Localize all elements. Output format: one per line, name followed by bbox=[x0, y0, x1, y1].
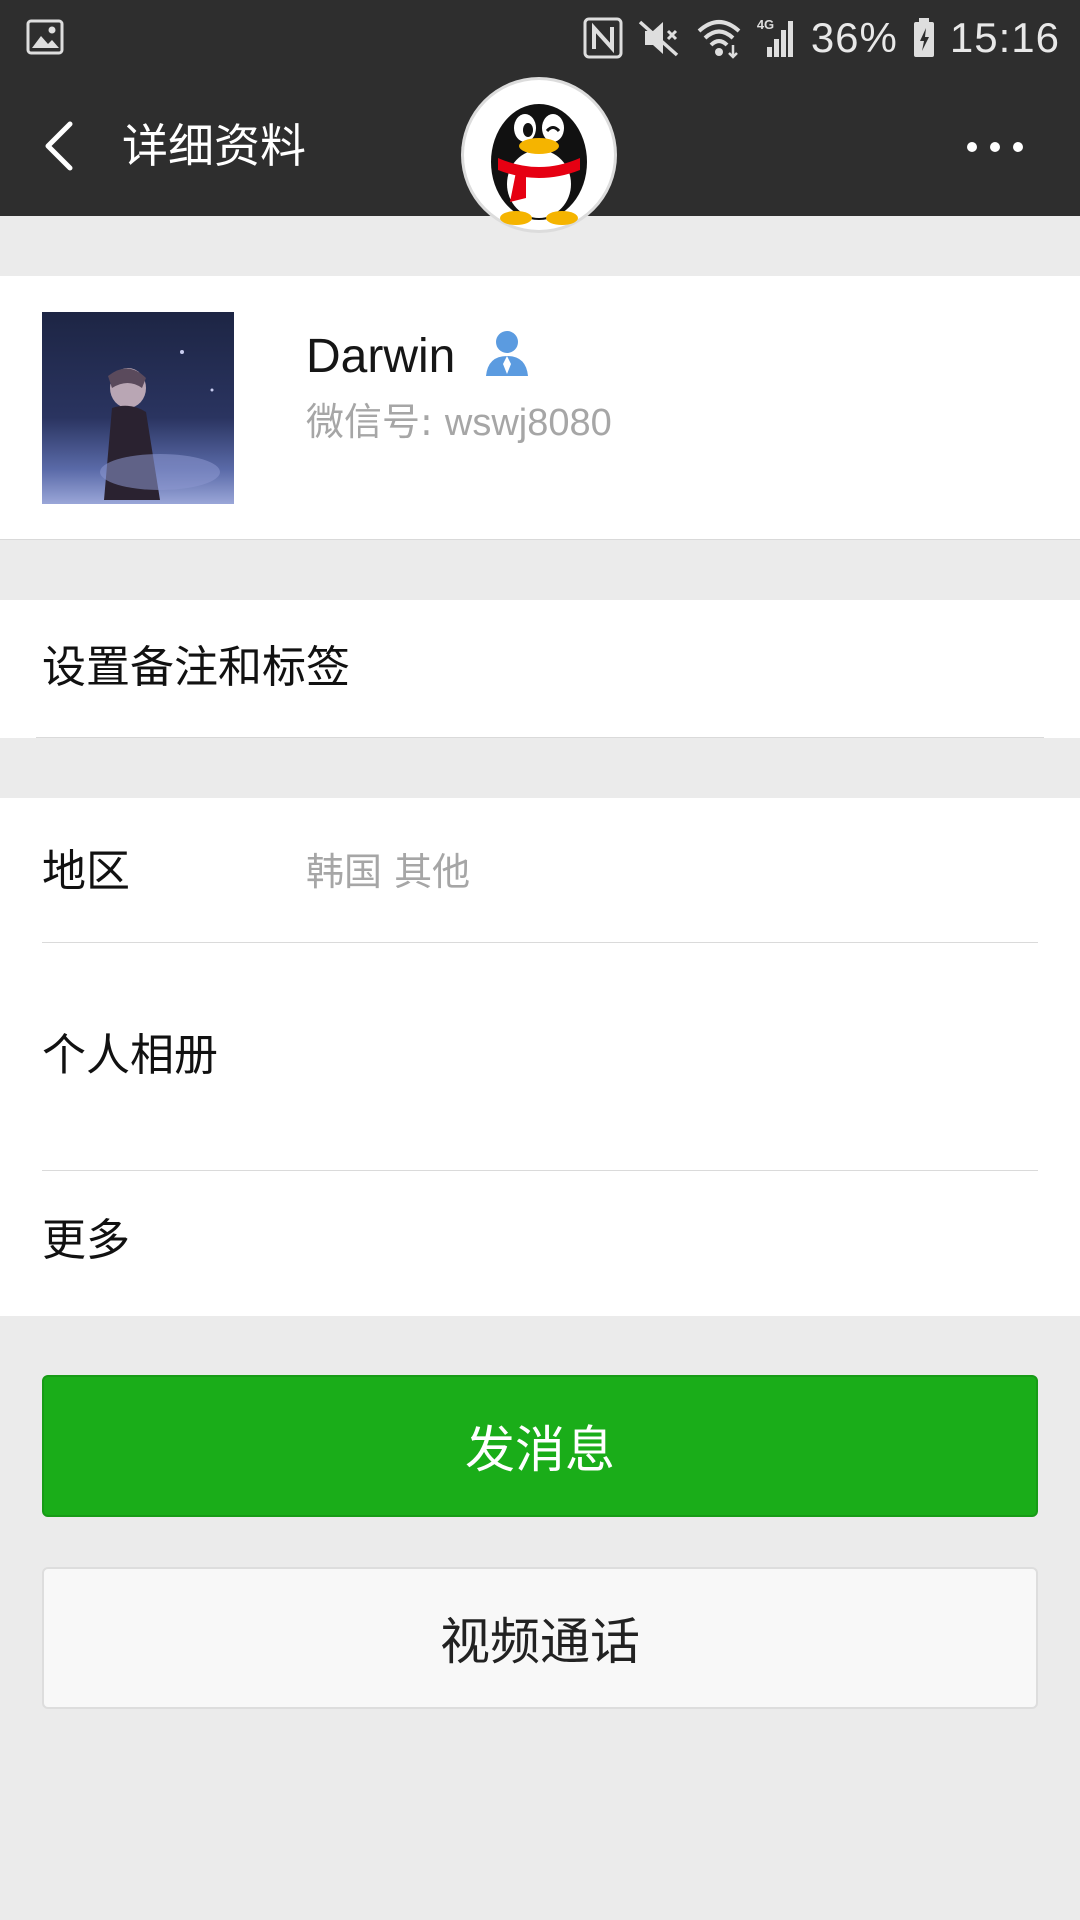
cellular-signal-icon: 4G bbox=[757, 17, 797, 59]
more-label: 更多 bbox=[42, 1215, 130, 1266]
qq-penguin-icon bbox=[464, 80, 614, 230]
remark-and-tags-row[interactable]: 设置备注和标签 bbox=[0, 600, 1080, 738]
nfc-icon bbox=[583, 17, 623, 59]
contact-person-icon bbox=[484, 328, 530, 378]
battery-percent: 36% bbox=[810, 14, 898, 61]
page-title: 详细资料 bbox=[122, 119, 306, 173]
vibrate-mute-icon bbox=[637, 17, 681, 59]
send-message-button[interactable]: 发消息 bbox=[42, 1375, 1038, 1517]
wifi-icon bbox=[695, 17, 743, 59]
region-label: 地区 bbox=[42, 846, 130, 897]
gallery-notification-icon bbox=[26, 19, 64, 55]
region-value: 韩国 其他 bbox=[306, 850, 471, 894]
wechat-id: 微信号: wswj8080 bbox=[306, 394, 612, 451]
info-card: 地区 韩国 其他 个人相册 更多 bbox=[0, 798, 1080, 1316]
more-dots-icon bbox=[967, 142, 1023, 152]
avatar[interactable] bbox=[42, 312, 234, 504]
remark-and-tags-label: 设置备注和标签 bbox=[42, 642, 350, 693]
clock: 15:16 bbox=[949, 14, 1060, 61]
chevron-left-icon bbox=[45, 121, 73, 171]
contact-name: Darwin bbox=[306, 330, 456, 383]
personal-album-row[interactable]: 个人相册 bbox=[0, 943, 1080, 1169]
region-row: 地区 韩国 其他 bbox=[0, 798, 1080, 942]
back-button[interactable] bbox=[34, 114, 94, 178]
divider bbox=[36, 737, 1044, 738]
wechat-id-label: 微信号: bbox=[306, 400, 445, 444]
more-options-button[interactable] bbox=[958, 124, 1032, 170]
video-call-button[interactable]: 视频通话 bbox=[42, 1567, 1038, 1709]
battery-charging-icon bbox=[912, 17, 936, 59]
profile-card: Darwin 微信号: wswj8080 bbox=[0, 276, 1080, 540]
more-row[interactable]: 更多 bbox=[0, 1171, 1080, 1316]
personal-album-label: 个人相册 bbox=[42, 1030, 218, 1081]
status-bar: 4G 36% 15:16 bbox=[0, 0, 1080, 74]
wechat-id-value: wswj8080 bbox=[444, 402, 612, 444]
